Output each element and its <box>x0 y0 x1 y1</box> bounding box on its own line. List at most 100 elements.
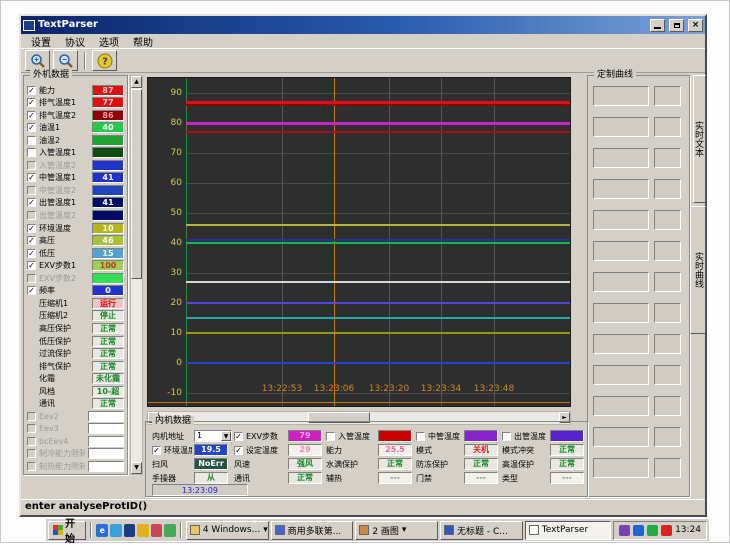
y-tick-label: -10 <box>152 388 182 398</box>
curve-name-field[interactable] <box>593 179 649 199</box>
indoor-address-dropdown[interactable]: 1▼ <box>194 430 232 442</box>
checkbox-出管温度[interactable] <box>502 432 511 441</box>
quicklaunch-ie-icon[interactable]: e <box>96 524 108 537</box>
checkbox-制冷能力限制[interactable] <box>27 449 36 458</box>
minimize-icon <box>654 27 661 29</box>
checkbox-出管温度1[interactable]: ✓ <box>27 198 36 207</box>
checkbox-入管温度[interactable] <box>326 432 335 441</box>
restore-button[interactable] <box>669 19 684 32</box>
curve-name-field[interactable] <box>593 272 649 292</box>
checkbox-环境温度[interactable]: ✓ <box>27 224 36 233</box>
curve-name-field[interactable] <box>593 458 649 478</box>
menu-item-协议[interactable]: 协议 <box>58 34 92 49</box>
y-tick-label: 70 <box>152 148 182 158</box>
checkbox-中管温度2[interactable] <box>27 186 36 195</box>
curve-name-field[interactable] <box>593 148 649 168</box>
checkbox-频率[interactable]: ✓ <box>27 286 36 295</box>
title-bar[interactable]: TextParser × <box>21 16 705 34</box>
curve-name-field[interactable] <box>593 210 649 230</box>
zoom-in-button[interactable] <box>25 50 50 71</box>
curve-value-field[interactable] <box>654 365 681 385</box>
checkbox-入管温度2[interactable] <box>27 161 36 170</box>
checkbox-排气温度2[interactable]: ✓ <box>27 111 36 120</box>
curve-name-field[interactable] <box>593 396 649 416</box>
indoor-value-badge: 从 <box>194 472 228 484</box>
menu-item-帮助[interactable]: 帮助 <box>126 34 160 49</box>
checkbox-bcEev4[interactable] <box>27 437 36 446</box>
task-dropdown-icon[interactable]: ▾ <box>263 525 268 535</box>
curve-name-field[interactable] <box>593 365 649 385</box>
curve-value-field[interactable] <box>654 396 681 416</box>
curve-value-field[interactable] <box>654 427 681 447</box>
start-button[interactable]: 开始 <box>48 521 86 540</box>
curve-value-field[interactable] <box>654 179 681 199</box>
tab-实时曲线[interactable]: 实时曲线 <box>690 206 706 334</box>
curve-value-field[interactable] <box>654 148 681 168</box>
curve-value-field[interactable] <box>654 86 681 106</box>
checkbox-高压[interactable]: ✓ <box>27 236 36 245</box>
value-badge-Eev2 <box>88 411 124 422</box>
minimize-button[interactable] <box>650 19 665 32</box>
zoom-out-button[interactable] <box>53 50 78 71</box>
checkbox-油温2[interactable] <box>27 136 36 145</box>
checkbox-排气温度1[interactable]: ✓ <box>27 98 36 107</box>
outdoor-panel-scrollbar[interactable]: ▲▼ <box>130 75 143 475</box>
quicklaunch-yellow-app-icon[interactable] <box>137 524 149 537</box>
checkbox-设定温度[interactable]: ✓ <box>234 446 243 455</box>
checkbox-中管温度[interactable] <box>416 432 425 441</box>
chevron-down-icon[interactable]: ▼ <box>221 431 231 441</box>
task-button-4 Windows...[interactable]: 4 Windows...▾ <box>186 521 269 540</box>
task-button-商用多联第...[interactable]: 商用多联第... <box>271 521 354 540</box>
tab-实时文本[interactable]: 实时文本 <box>693 75 706 203</box>
curve-value-field[interactable] <box>654 210 681 230</box>
series-blue-violet-line <box>186 302 570 304</box>
curve-name-field[interactable] <box>593 427 649 447</box>
task-dropdown-icon[interactable]: ▾ <box>402 525 407 535</box>
curve-name-field[interactable] <box>593 117 649 137</box>
menu-item-设置[interactable]: 设置 <box>24 34 58 49</box>
checkbox-中管温度1[interactable]: ✓ <box>27 173 36 182</box>
checkbox-EXV步数2[interactable] <box>27 274 36 283</box>
checkbox-能力[interactable]: ✓ <box>27 86 36 95</box>
checkbox-环境温度[interactable]: ✓ <box>152 446 161 455</box>
quicklaunch-media-icon[interactable] <box>124 524 136 537</box>
task-button-无标题 - C...[interactable]: 无标题 - C... <box>440 521 523 540</box>
scroll-thumb[interactable] <box>131 89 142 279</box>
quicklaunch-messenger-icon[interactable] <box>110 524 122 537</box>
curve-value-field[interactable] <box>654 272 681 292</box>
tray-update-icon[interactable] <box>633 525 644 536</box>
tray-green-icon[interactable] <box>647 525 658 536</box>
outdoor-item-label: 中管温度2 <box>39 185 89 196</box>
scroll-down-button[interactable]: ▼ <box>131 462 142 474</box>
curve-name-field[interactable] <box>593 86 649 106</box>
menu-item-选项[interactable]: 选项 <box>92 34 126 49</box>
checkbox-入管温度1[interactable] <box>27 148 36 157</box>
checkbox-制热能力限制[interactable] <box>27 462 36 471</box>
checkbox-EXV步数1[interactable]: ✓ <box>27 261 36 270</box>
checkbox-出管温度2[interactable] <box>27 211 36 220</box>
curve-name-field[interactable] <box>593 303 649 323</box>
curve-value-field[interactable] <box>654 241 681 261</box>
tray-device-icon[interactable] <box>619 525 630 536</box>
curve-value-field[interactable] <box>654 303 681 323</box>
task-button-2 画图[interactable]: 2 画图▾ <box>355 521 438 540</box>
curve-value-field[interactable] <box>654 334 681 354</box>
help-button[interactable]: ? <box>92 50 117 71</box>
tray-red-icon[interactable] <box>661 525 672 536</box>
curve-value-field[interactable] <box>654 117 681 137</box>
scroll-up-button[interactable]: ▲ <box>131 76 142 88</box>
quicklaunch-green-app-icon[interactable] <box>164 524 176 537</box>
outdoor-data-panel: 外机数据 ✓能力87✓排气温度177✓排气温度286✓油温140油温2入管温度1… <box>23 75 128 475</box>
curve-value-field[interactable] <box>654 458 681 478</box>
close-button[interactable]: × <box>688 19 703 32</box>
indoor-mid-row: ✓EXV步数 <box>234 430 286 442</box>
checkbox-Eev3[interactable] <box>27 424 36 433</box>
checkbox-低压[interactable]: ✓ <box>27 249 36 258</box>
checkbox-EXV步数[interactable]: ✓ <box>234 432 243 441</box>
quicklaunch-red-app-icon[interactable] <box>151 524 163 537</box>
curve-name-field[interactable] <box>593 241 649 261</box>
checkbox-油温1[interactable]: ✓ <box>27 123 36 132</box>
curve-name-field[interactable] <box>593 334 649 354</box>
task-button-TextParser[interactable]: TextParser <box>525 521 611 540</box>
checkbox-Eev2[interactable] <box>27 412 36 421</box>
